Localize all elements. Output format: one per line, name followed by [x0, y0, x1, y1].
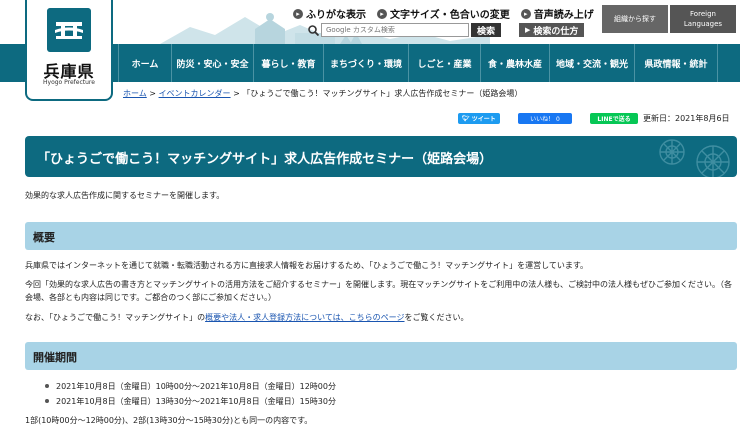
site-search: 検索: [305, 23, 502, 37]
text-size-label: 文字サイズ・色合いの変更: [390, 10, 510, 21]
updated-date: 更新日：2021年8月6日: [643, 114, 730, 123]
nav-home[interactable]: ホーム: [118, 44, 171, 82]
site-logo[interactable]: 兵庫県 Hyogo Prefecture: [25, 0, 113, 101]
text-size-icon: ▸: [377, 8, 387, 19]
nav-food-agriculture[interactable]: 食・農林水産: [480, 44, 549, 82]
arrow-right-icon: ▶: [525, 26, 531, 34]
period-heading: 開催期間: [33, 351, 77, 364]
hyogo-emblem-icon: [47, 8, 91, 52]
intro-text: 効果的な求人広告作成に関するセミナーを開催します。: [25, 191, 225, 200]
site-header: 兵庫県 Hyogo Prefecture ▸ ふりがな表示 ▸ 文字サイズ・色合…: [0, 0, 740, 101]
org-search-button[interactable]: 組織から探す: [602, 5, 668, 33]
overview-paragraph-2: 今回「効果的な求人広告の書き方とマッチングサイトの活用方法をご紹介するセミナー」…: [25, 280, 732, 302]
flower-decoration-icon: [659, 139, 730, 177]
speech-link[interactable]: ▸ 音声読み上げ: [520, 6, 594, 21]
page-title: 「ひょうごで働こう！マッチングサイト」求人広告作成セミナー（姫路会場）: [37, 152, 493, 167]
breadcrumb-events[interactable]: イベントカレンダー: [159, 89, 231, 98]
nav-government-stats[interactable]: 県政情報・統計: [634, 44, 718, 82]
furigana-link[interactable]: ▸ ふりがな表示: [293, 6, 366, 21]
line-share-button[interactable]: LINEで送る: [590, 113, 638, 124]
overview-p3-post: をご覧ください。: [404, 313, 469, 322]
section-heading-period: 開催期間: [25, 342, 737, 370]
search-icon: [305, 23, 321, 37]
schedule-list: 2021年10月8日（金曜日）10時00分～2021年10月8日（金曜日）12時…: [44, 379, 336, 409]
overview-heading: 概要: [33, 231, 55, 244]
breadcrumb-home[interactable]: ホーム: [123, 89, 147, 98]
breadcrumb-sep: >: [146, 89, 159, 98]
search-howto-button[interactable]: ▶ 検索の仕方: [519, 23, 585, 37]
search-button[interactable]: 検索: [471, 23, 502, 37]
logo-subtitle: Hyogo Prefecture: [43, 79, 95, 86]
speech-label: 音声読み上げ: [533, 10, 594, 21]
text-size-link[interactable]: ▸ 文字サイズ・色合いの変更: [377, 6, 510, 21]
twitter-bird-icon: 🐦︎: [462, 115, 470, 122]
schedule-item: 2021年10月8日（金曜日）10時00分～2021年10月8日（金曜日）12時…: [44, 379, 336, 394]
line-label: LINEで送る: [597, 116, 631, 123]
tweet-button[interactable]: 🐦︎ ツイート: [458, 113, 500, 124]
breadcrumb-current: 「ひょうごで働こう！マッチングサイト」求人広告作成セミナー（姫路会場）: [242, 89, 523, 98]
nav-disaster-safety[interactable]: 防災・安心・安全: [171, 44, 253, 82]
overview-paragraph-3: なお、「ひょうごで働こう！マッチングサイト」の概要や法人・求人登録方法については…: [25, 311, 735, 324]
social-share-bar: 🐦︎ ツイート いいね！ 0 LINEで送る 更新日：2021年8月6日: [458, 113, 730, 124]
page-title-banner: 「ひょうごで働こう！マッチングサイト」求人広告作成セミナー（姫路会場）: [25, 136, 737, 177]
search-howto-label: 検索の仕方: [533, 26, 579, 37]
furigana-icon: ▸: [293, 8, 303, 19]
nav-life-education[interactable]: 暮らし・教育: [253, 44, 323, 82]
breadcrumb-sep: >: [230, 89, 243, 98]
foreign-languages-button[interactable]: Foreign Languages: [670, 5, 736, 33]
section-heading-overview: 概要: [25, 222, 737, 250]
overview-p3-pre: なお、「ひょうごで働こう！マッチングサイト」の: [25, 313, 206, 322]
facebook-like-button[interactable]: いいね！ 0: [518, 113, 572, 124]
breadcrumb: ホーム > イベントカレンダー > 「ひょうごで働こう！マッチングサイト」求人広…: [123, 88, 522, 99]
overview-paragraph-1: 兵庫県ではインターネットを通じて就職・転職活動される方に直接求人情報をお届けする…: [25, 261, 589, 270]
nav-town-environment[interactable]: まちづくり・環境: [323, 44, 408, 82]
speaker-icon: ▸: [520, 8, 531, 19]
registration-info-link[interactable]: 概要や法人・求人登録方法については、こちらのページ: [205, 313, 404, 322]
nav-work-industry[interactable]: しごと・産業: [408, 44, 480, 82]
schedule-item: 2021年10月8日（金曜日）13時30分～2021年10月8日（金曜日）15時…: [44, 394, 336, 409]
nav-region-tourism[interactable]: 地域・交流・観光: [549, 44, 634, 82]
search-input[interactable]: [321, 23, 469, 37]
like-label: いいね！ 0: [530, 116, 560, 123]
period-note: 1部(10時00分～12時00分)、2部(13時30分～15時30分)とも同一の…: [25, 416, 313, 425]
furigana-label: ふりがな表示: [306, 10, 366, 21]
tweet-label: ツイート: [471, 116, 496, 123]
utility-links: ▸ ふりがな表示 ▸ 文字サイズ・色合いの変更 ▸ 音声読み上げ: [293, 6, 594, 21]
